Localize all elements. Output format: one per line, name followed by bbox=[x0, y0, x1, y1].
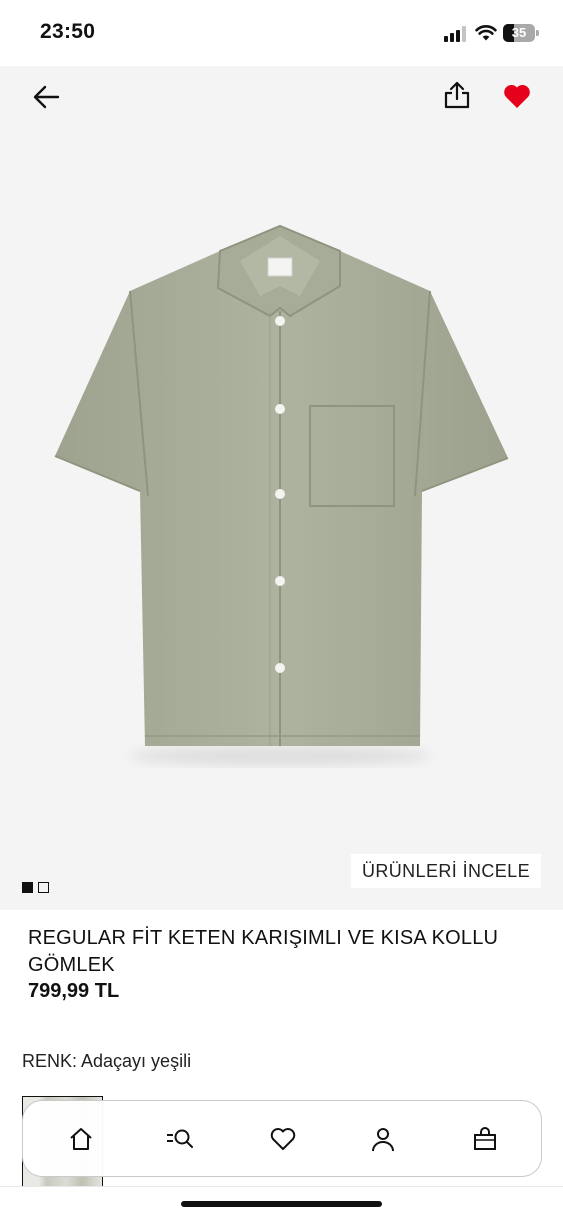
color-label: RENK: Adaçayı yeşili bbox=[22, 1051, 192, 1071]
pagination-dot-active[interactable] bbox=[22, 882, 33, 893]
product-price: 799,99 TL bbox=[28, 980, 120, 1002]
bottom-tab-bar bbox=[22, 1100, 542, 1177]
user-icon[interactable] bbox=[369, 1125, 397, 1153]
heart-outline-icon[interactable] bbox=[269, 1125, 297, 1153]
shopping-bag-icon[interactable] bbox=[471, 1125, 499, 1153]
arrow-left-icon[interactable] bbox=[30, 82, 64, 112]
product-title: REGULAR FİT KETEN KARIŞIMLI VE KISA KOLL… bbox=[28, 927, 499, 976]
home-indicator-area bbox=[0, 1186, 563, 1218]
product-gallery[interactable]: ÜRÜNLERİ İNCELE bbox=[0, 66, 563, 910]
battery-level: 35 bbox=[511, 25, 527, 40]
status-time: 23:50 bbox=[40, 20, 96, 43]
heart-filled-icon[interactable] bbox=[502, 82, 532, 110]
status-bar: 23:50 35 bbox=[0, 0, 563, 66]
home-icon[interactable] bbox=[67, 1125, 95, 1153]
product-image[interactable] bbox=[40, 216, 520, 776]
battery-icon: 35 bbox=[503, 24, 539, 42]
cellular-signal-icon bbox=[444, 26, 468, 42]
pagination-dot[interactable] bbox=[38, 882, 49, 893]
wifi-icon bbox=[475, 25, 497, 41]
share-icon[interactable] bbox=[443, 80, 471, 110]
image-pagination[interactable] bbox=[22, 882, 54, 900]
inspect-products-button[interactable]: ÜRÜNLERİ İNCELE bbox=[350, 854, 541, 888]
home-indicator[interactable] bbox=[181, 1201, 382, 1207]
search-icon[interactable] bbox=[166, 1125, 194, 1153]
